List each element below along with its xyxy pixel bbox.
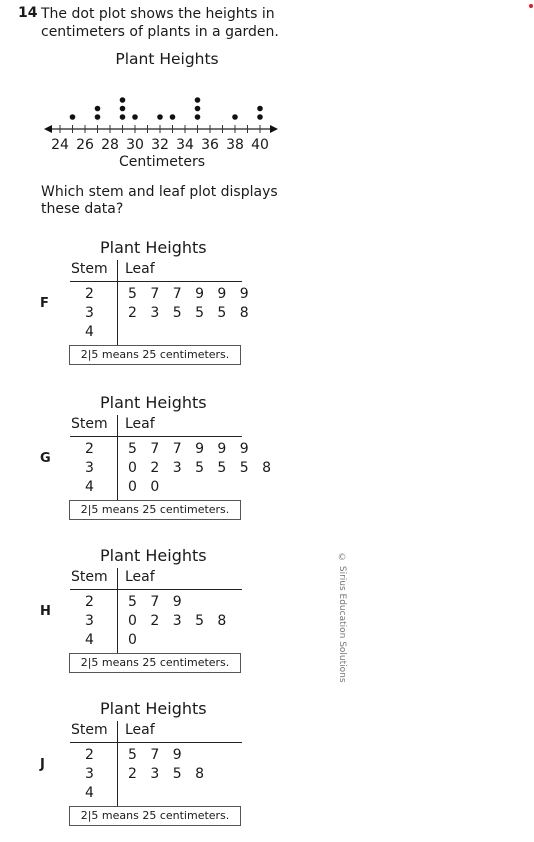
answer-option-g[interactable]: G Plant Heights Stem Leaf 2 5 7 7 9 9 9 3 0…: [0, 391, 300, 531]
header-divider: [70, 436, 242, 437]
stem-leaf-key: 2|5 means 25 centimeters.: [69, 345, 241, 365]
answer-option-j[interactable]: J Plant Heights Stem Leaf 2 5 7 9 3 2 3 5 8…: [0, 697, 300, 837]
leaf-header: Leaf: [125, 416, 155, 432]
stem-leaf-key: 2|5 means 25 centimeters.: [69, 653, 241, 673]
data-dot: [194, 97, 201, 103]
stem-leaf-title: Plant Heights: [100, 238, 207, 257]
leaf-values: 5 7 7 9 9 9: [128, 441, 254, 457]
header-divider: [70, 281, 242, 282]
stem-leaf-key: 2|5 means 25 centimeters.: [69, 500, 241, 520]
option-letter[interactable]: J: [40, 757, 45, 772]
stem-value: 2: [85, 441, 94, 457]
stem-header: Stem: [71, 261, 108, 277]
leaf-values: 0 2 3 5 8: [128, 613, 231, 629]
stem-value: 3: [85, 613, 94, 629]
tick-label: 28: [101, 137, 119, 153]
leaf-values: 0 2 3 5 5 5 8: [128, 460, 276, 476]
marker-dot: [529, 4, 533, 8]
stem-leaf-key: 2|5 means 25 centimeters.: [69, 806, 241, 826]
stem-value: 2: [85, 286, 94, 302]
stem-header: Stem: [71, 569, 108, 585]
stem-value: 3: [85, 305, 94, 321]
leaf-values: 0: [128, 632, 142, 648]
copyright-text: © Sirius Education Solutions: [337, 553, 347, 683]
data-dot: [194, 114, 201, 120]
stem-value: 2: [85, 594, 94, 610]
data-dot: [194, 105, 201, 112]
x-axis-label: Centimeters: [119, 154, 205, 170]
stem-leaf-title: Plant Heights: [100, 546, 207, 565]
right-arrow-icon: [270, 125, 278, 133]
dot-plot: 24 26 28 30 32 34 36 38 40 Centimeters: [44, 97, 278, 170]
answer-option-h[interactable]: H Plant Heights Stem Leaf 2 5 7 9 3 0 2 3 5…: [0, 544, 300, 684]
data-dot: [132, 114, 138, 120]
stem-value: 2: [85, 747, 94, 763]
leaf-header: Leaf: [125, 722, 155, 738]
data-dot: [94, 105, 101, 112]
tick-label: 26: [76, 137, 94, 153]
header-divider: [70, 589, 242, 590]
data-dot: [119, 114, 126, 120]
header-divider: [70, 742, 242, 743]
leaf-values: 2 3 5 5 5 8: [128, 305, 254, 321]
stem-value: 3: [85, 460, 94, 476]
data-dot: [257, 114, 263, 120]
tick-label: 40: [251, 137, 269, 153]
tick-label: 34: [176, 137, 194, 153]
stem-leaf-title: Plant Heights: [100, 699, 207, 718]
data-dot: [94, 114, 101, 120]
data-dot: [232, 114, 238, 120]
option-letter[interactable]: G: [40, 451, 51, 466]
stem-value: 4: [85, 785, 94, 801]
tick-label: 32: [151, 137, 169, 153]
left-arrow-icon: [44, 125, 52, 133]
option-letter[interactable]: F: [40, 296, 49, 311]
stem-header: Stem: [71, 722, 108, 738]
tick-label: 36: [201, 137, 219, 153]
data-dot: [119, 97, 126, 103]
data-dot: [119, 105, 126, 112]
data-dot: [169, 114, 176, 120]
leaf-values: 5 7 9: [128, 747, 187, 763]
option-letter[interactable]: H: [40, 604, 51, 619]
stem-value: 4: [85, 632, 94, 648]
leaf-header: Leaf: [125, 569, 155, 585]
stem-value: 4: [85, 479, 94, 495]
data-dot: [157, 114, 163, 120]
stem-header: Stem: [71, 416, 108, 432]
leaf-header: Leaf: [125, 261, 155, 277]
question-prompt: Which stem and leaf plot displays these …: [41, 184, 278, 217]
leaf-values: 5 7 9: [128, 594, 187, 610]
leaf-values: 5 7 7 9 9 9: [128, 286, 254, 302]
data-dot: [69, 114, 76, 120]
answer-option-f[interactable]: F Plant Heights Stem Leaf 2 5 7 7 9 9 9 3 2…: [0, 236, 300, 376]
stem-leaf-title: Plant Heights: [100, 393, 207, 412]
leaf-values: 2 3 5 8: [128, 766, 209, 782]
tick-label: 24: [51, 137, 69, 153]
data-dot: [257, 105, 263, 112]
stem-value: 3: [85, 766, 94, 782]
leaf-values: 0 0: [128, 479, 164, 495]
tick-label: 38: [226, 137, 244, 153]
tick-label: 30: [126, 137, 144, 153]
stem-value: 4: [85, 324, 94, 340]
